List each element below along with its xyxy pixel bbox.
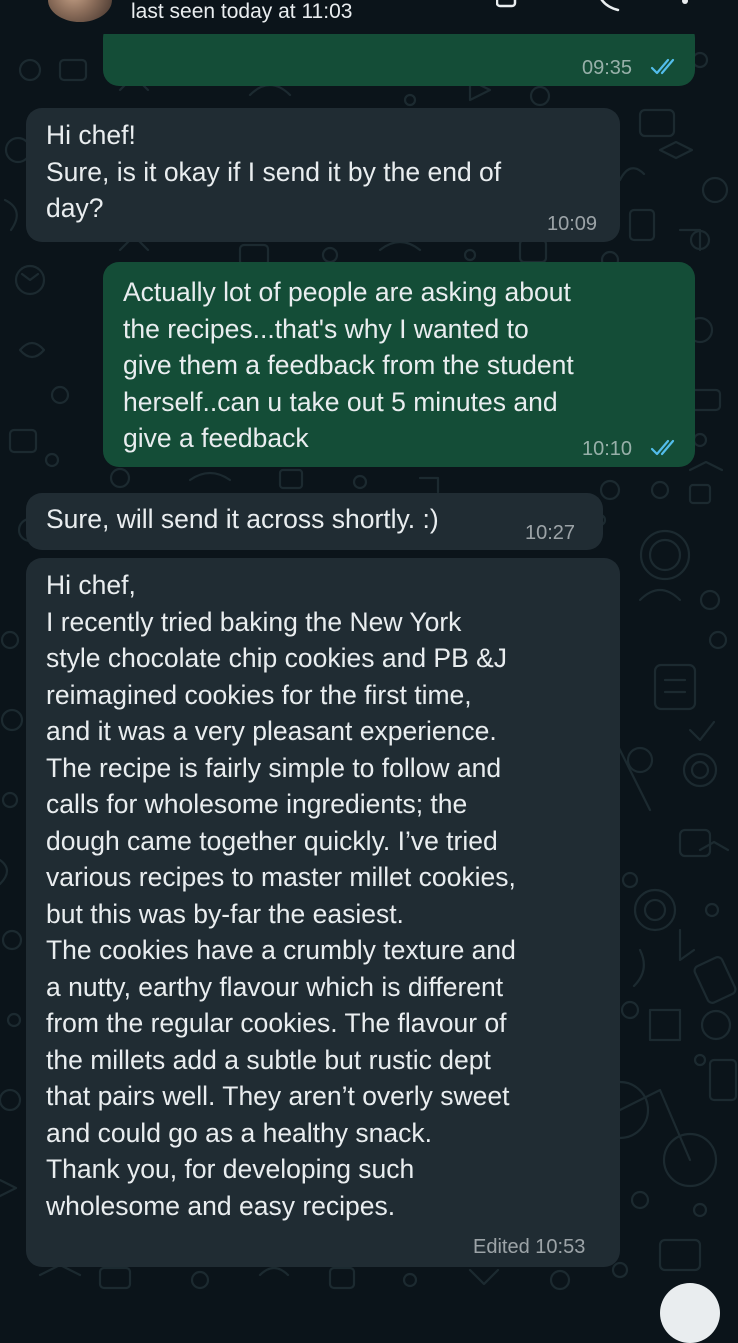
message-bubble-outgoing[interactable]: Actually lot of people are asking about …	[103, 262, 695, 467]
voice-call-icon[interactable]	[596, 0, 622, 14]
more-options-icon[interactable]	[680, 0, 690, 6]
message-text: Sure, will send it across shortly. :)	[46, 504, 439, 534]
message-text: Hi chef! Sure, is it okay if I send it b…	[46, 120, 502, 223]
message-text: Hi chef, I recently tried baking the New…	[46, 570, 516, 1221]
message-bubble-incoming[interactable]: Hi chef, I recently tried baking the New…	[26, 558, 620, 1267]
scroll-down-button[interactable]	[660, 1283, 720, 1343]
message-time: 09:35	[582, 57, 633, 79]
message-time: 10:27	[525, 522, 576, 544]
message-bubble-incoming[interactable]: Hi chef! Sure, is it okay if I send it b…	[26, 108, 620, 242]
read-receipt-icon	[650, 58, 675, 75]
chat-header: last seen today at 11:03	[0, 0, 738, 34]
video-call-icon[interactable]	[496, 0, 524, 10]
read-receipt-icon	[650, 439, 675, 456]
message-time: Edited 10:53	[473, 1236, 586, 1258]
message-time: 10:10	[582, 438, 633, 460]
last-seen-status: last seen today at 11:03	[131, 0, 353, 23]
message-text: Actually lot of people are asking about …	[123, 277, 574, 453]
message-bubble-incoming[interactable]: Sure, will send it across shortly. :) 10…	[26, 493, 603, 550]
avatar[interactable]	[48, 0, 112, 22]
message-time: 10:09	[547, 213, 598, 235]
